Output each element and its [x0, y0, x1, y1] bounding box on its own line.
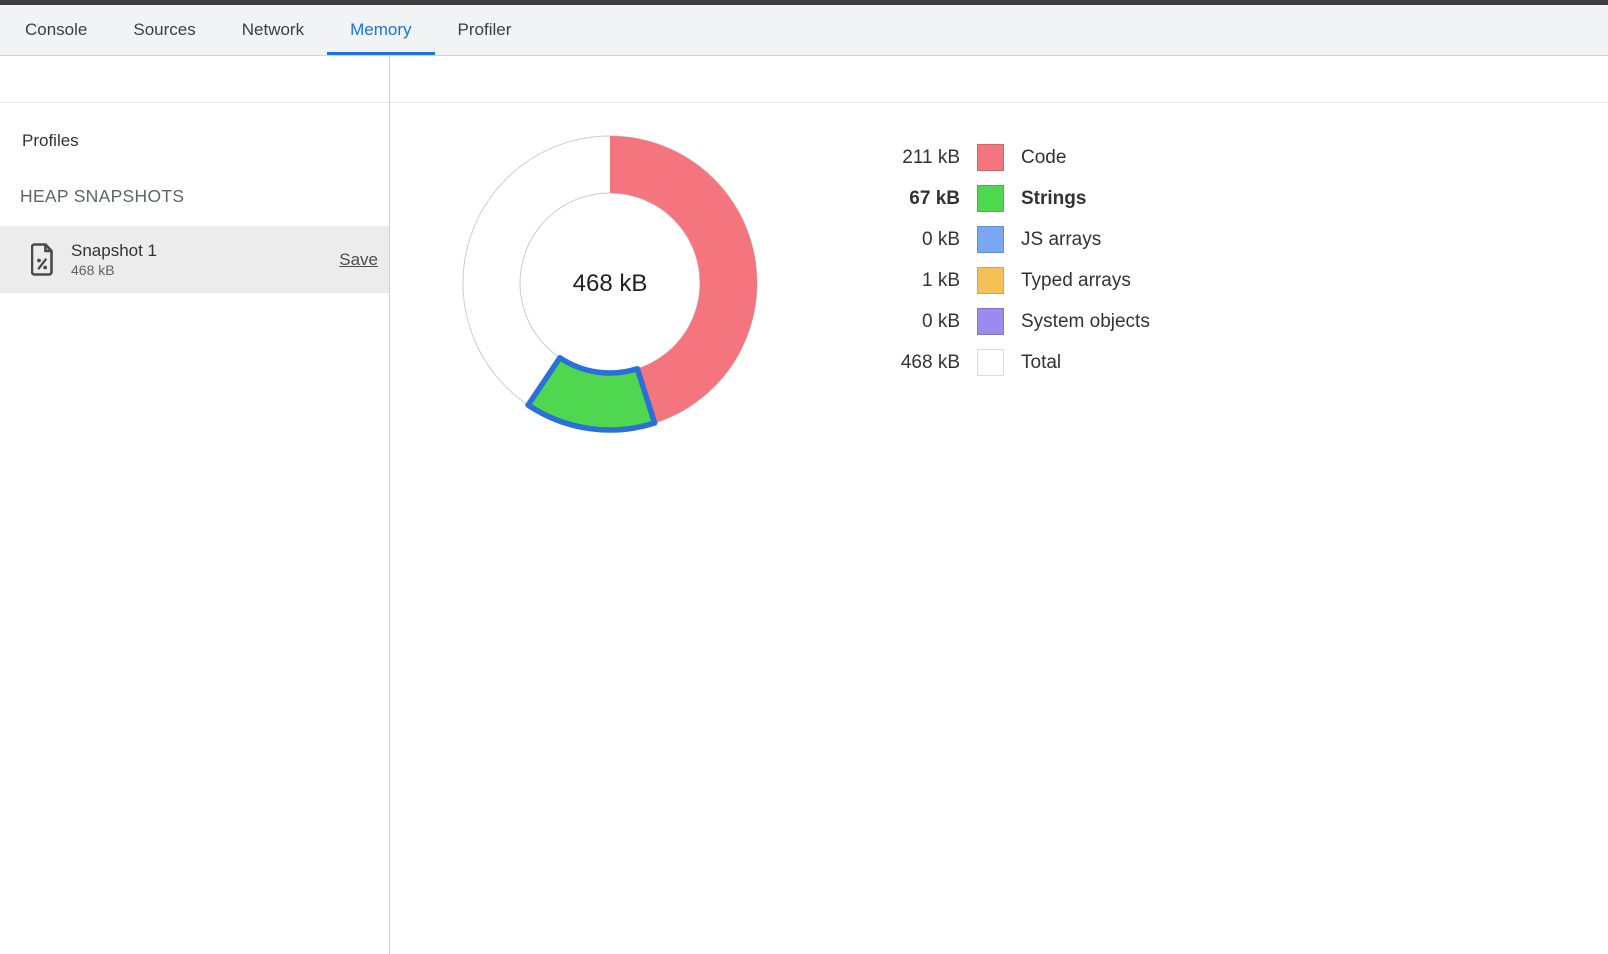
heap-snapshot-file-icon [31, 243, 55, 276]
legend-row[interactable]: 0 kB JS arrays [850, 219, 1150, 260]
legend-swatch [977, 308, 1004, 335]
profiles-sidebar: Profiles HEAP SNAPSHOTS Snapshot 1 468 k… [0, 104, 389, 954]
tab-network[interactable]: Network [219, 5, 327, 55]
devtools-memory-panel: Console Sources Network Memory Profiler … [0, 0, 1608, 954]
legend-swatch [977, 144, 1004, 171]
legend-swatch [977, 226, 1004, 253]
snapshot-size: 468 kB [71, 262, 157, 279]
pie-slice-strings[interactable] [528, 358, 655, 430]
legend-row[interactable]: 468 kB Total [850, 342, 1150, 383]
heap-statistics-donut-chart: 468 kB [440, 113, 780, 453]
tab-sources[interactable]: Sources [110, 5, 218, 55]
legend-swatch [977, 267, 1004, 294]
legend-label: Strings [1021, 188, 1086, 210]
legend-row[interactable]: 1 kB Typed arrays [850, 260, 1150, 301]
legend-swatch [977, 349, 1004, 376]
legend-row[interactable]: 211 kB Code [850, 137, 1150, 178]
profiles-heading: Profiles [22, 131, 79, 151]
heap-snapshots-heading: HEAP SNAPSHOTS [20, 186, 184, 207]
tab-console[interactable]: Console [2, 5, 110, 55]
legend-row[interactable]: 67 kB Strings [850, 178, 1150, 219]
legend-label: Total [1021, 352, 1061, 374]
legend-label: System objects [1021, 311, 1150, 333]
snapshot-text: Snapshot 1 468 kB [71, 240, 157, 279]
legend-value: 67 kB [850, 188, 960, 210]
snapshot-name: Snapshot 1 [71, 240, 157, 262]
legend-value: 1 kB [850, 270, 960, 292]
legend-swatch [977, 185, 1004, 212]
legend-label: Typed arrays [1021, 270, 1131, 292]
statistics-view: 468 kB 211 kB Code 67 kB Strings 0 kB JS… [390, 104, 1608, 954]
chart-legend: 211 kB Code 67 kB Strings 0 kB JS arrays… [850, 137, 1150, 383]
donut-center-label: 468 kB [573, 270, 648, 297]
legend-value: 0 kB [850, 229, 960, 251]
devtools-tabbar: Console Sources Network Memory Profiler [0, 5, 1608, 56]
legend-value: 0 kB [850, 311, 960, 333]
tab-profiler[interactable]: Profiler [435, 5, 535, 55]
legend-label: Code [1021, 147, 1066, 169]
tab-memory[interactable]: Memory [327, 5, 434, 55]
legend-value: 211 kB [850, 147, 960, 169]
legend-row[interactable]: 0 kB System objects [850, 301, 1150, 342]
legend-label: JS arrays [1021, 229, 1101, 251]
save-link[interactable]: Save [339, 250, 378, 270]
sidebar-item-snapshot-1[interactable]: Snapshot 1 468 kB Save [0, 226, 389, 293]
memory-toolbar: Statistics [0, 56, 1608, 103]
legend-value: 468 kB [850, 352, 960, 374]
